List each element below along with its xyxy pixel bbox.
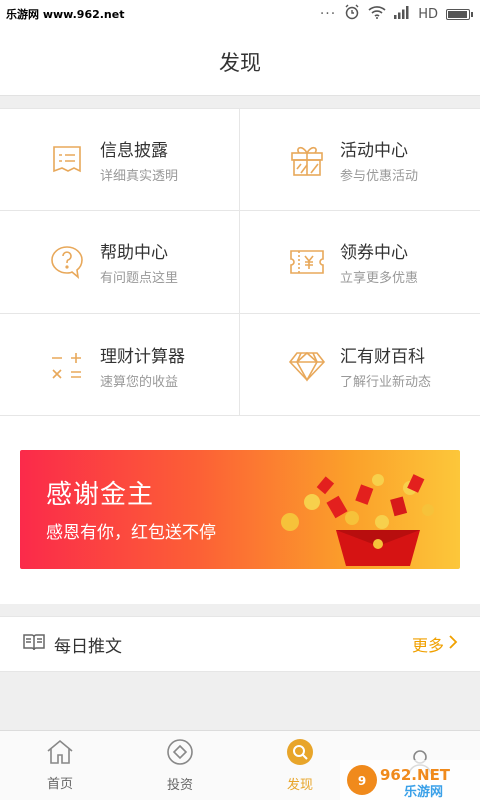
home-icon	[45, 739, 75, 769]
grid-item-encyclopedia[interactable]: 汇有财百科 了解行业新动态	[240, 314, 480, 417]
grid-item-subtitle: 参与优惠活动	[340, 168, 419, 184]
promo-banner[interactable]: 感谢金主 感恩有你，红包送不停	[20, 450, 460, 569]
book-icon	[22, 632, 46, 656]
calculator-icon	[48, 347, 86, 385]
grid-item-coupon-center[interactable]: 领券中心 立享更多优惠	[240, 211, 480, 314]
svg-text:962.NET: 962.NET	[380, 766, 451, 784]
battery-icon	[446, 8, 473, 20]
more-dots-icon: ···	[319, 6, 337, 22]
more-link[interactable]: 更多	[412, 632, 458, 656]
banner-subtitle: 感恩有你，红包送不停	[46, 523, 216, 543]
network-type: HD	[418, 6, 438, 22]
grid-item-title: 领券中心	[340, 243, 408, 263]
tab-invest[interactable]: 投资	[120, 731, 240, 800]
more-label: 更多	[411, 636, 444, 655]
svg-text:9: 9	[358, 774, 366, 788]
tab-home[interactable]: 首页	[0, 731, 120, 800]
grid-item-title: 信息披露	[100, 140, 168, 161]
help-bubble-icon	[48, 243, 86, 281]
signal-icon	[394, 5, 410, 23]
status-bar: 乐游网 www.962.net ··· HD	[0, 0, 480, 28]
status-icons: ··· HD	[319, 4, 473, 24]
grid-item-subtitle: 详细真实透明	[100, 168, 179, 184]
page-header: 发现	[0, 28, 480, 96]
grid-item-subtitle: 了解行业新动态	[340, 374, 432, 390]
coupon-icon	[288, 243, 326, 281]
watermark-logo: 9 962.NET 乐游网	[340, 760, 480, 800]
grid-item-subtitle: 速算您的收益	[100, 374, 179, 390]
feature-grid: 信息披露 详细真实透明 活动中心 参与优惠活动 帮助中心 有问题点这里 领券中心…	[0, 108, 480, 417]
grid-item-title: 活动中心	[340, 140, 408, 161]
gift-icon	[288, 141, 326, 179]
svg-text:乐游网: 乐游网	[404, 784, 443, 800]
wifi-icon	[368, 5, 386, 23]
banner-section: 感谢金主 感恩有你，红包送不停	[0, 416, 480, 604]
page-title: 发现	[219, 50, 261, 75]
discover-screen: 乐游网 www.962.net ··· HD 发现 信息披露 详细真实透明 活动…	[0, 0, 480, 800]
daily-articles-label: 每日推文	[54, 636, 122, 657]
discover-icon	[286, 738, 314, 770]
grid-item-help-center[interactable]: 帮助中心 有问题点这里	[0, 211, 240, 314]
watermark-text: 乐游网 www.962.net	[6, 8, 125, 21]
grid-item-title: 帮助中心	[100, 243, 168, 263]
tab-label: 首页	[46, 777, 73, 792]
tab-label: 发现	[286, 778, 313, 793]
grid-item-calculator[interactable]: 理财计算器 速算您的收益	[0, 314, 240, 417]
grid-item-title: 理财计算器	[100, 346, 185, 367]
daily-articles-bar: 每日推文 更多	[0, 616, 480, 672]
grid-item-activity-center[interactable]: 活动中心 参与优惠活动	[240, 109, 480, 211]
invest-icon	[166, 738, 194, 770]
grid-item-info-disclosure[interactable]: 信息披露 详细真实透明	[0, 109, 240, 211]
alarm-icon	[344, 4, 360, 24]
grid-item-title: 汇有财百科	[340, 346, 425, 367]
chevron-right-icon	[448, 634, 458, 654]
grid-item-subtitle: 立享更多优惠	[340, 271, 419, 286]
document-list-icon	[48, 141, 86, 179]
banner-title: 感谢金主	[46, 480, 155, 510]
grid-item-subtitle: 有问题点这里	[100, 271, 179, 286]
diamond-icon	[288, 347, 326, 385]
tab-label: 投资	[166, 778, 193, 793]
red-envelope-illustration	[281, 474, 434, 566]
